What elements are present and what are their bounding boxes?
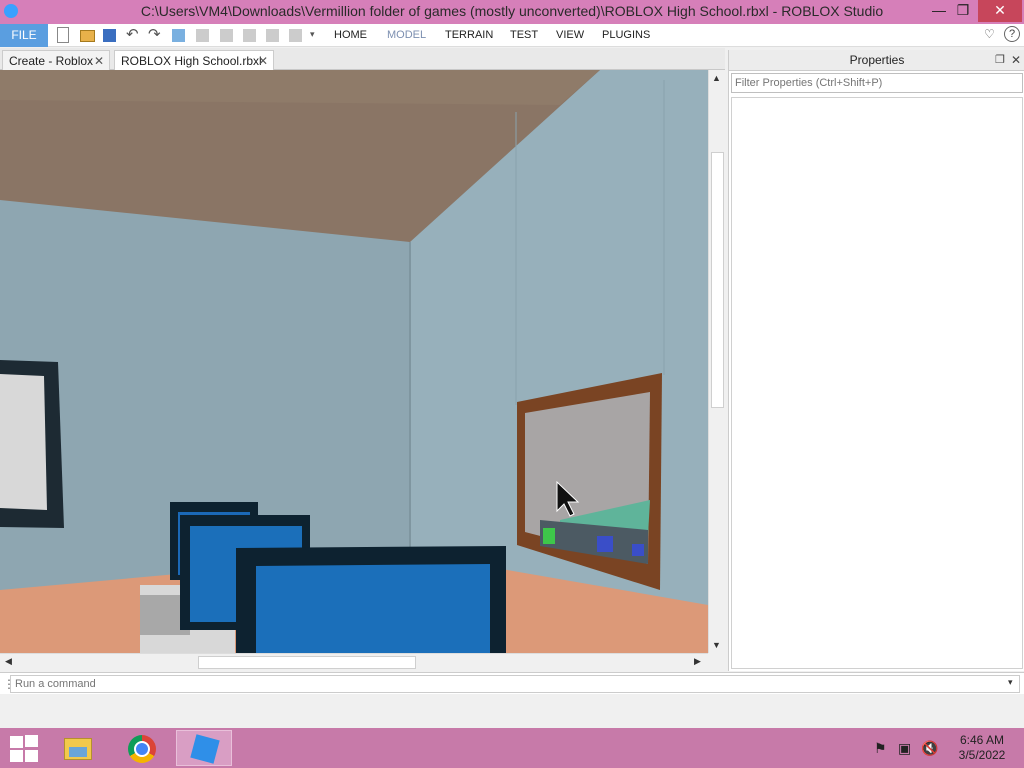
collapse-ribbon-icon[interactable]: ♡ [984, 27, 995, 41]
chrome-icon[interactable] [113, 730, 169, 766]
scroll-down-arrow-icon[interactable]: ▼ [712, 640, 721, 650]
close-panel-icon[interactable]: ✕ [1011, 50, 1021, 71]
properties-list[interactable] [731, 97, 1023, 669]
paste-icon[interactable] [266, 29, 279, 42]
new-document-icon[interactable] [57, 27, 69, 43]
scroll-right-arrow-icon[interactable]: ▶ [694, 656, 701, 667]
3d-viewport[interactable] [0, 70, 708, 653]
command-bar: ⋮ ▾ [0, 672, 1024, 694]
filter-properties-input[interactable] [731, 73, 1023, 93]
close-button[interactable]: ✕ [978, 0, 1022, 22]
tab-plugins[interactable]: PLUGINS [602, 24, 650, 47]
properties-panel: Properties ❐ ✕ [728, 50, 1024, 671]
scene-render [0, 70, 708, 653]
clock-date: 3/5/2022 [958, 748, 1006, 762]
windows-taskbar: ⚑ ▣ 🔇 6:46 AM 3/5/2022 [0, 728, 1024, 768]
open-folder-icon[interactable] [80, 30, 95, 42]
file-explorer-icon[interactable] [50, 730, 106, 766]
scroll-corner [708, 653, 725, 670]
scroll-left-arrow-icon[interactable]: ◀ [5, 656, 12, 667]
publish-icon[interactable] [172, 29, 185, 42]
tab-view[interactable]: VIEW [556, 24, 584, 47]
tab-test[interactable]: TEST [510, 24, 538, 47]
ribbon-menu-bar: FILE ↶ ↷ ▾ HOME MODEL TERRAIN TEST VIEW … [0, 24, 1024, 47]
clock-time: 6:46 AM [959, 733, 1005, 747]
copy-icon[interactable] [243, 29, 256, 42]
network-icon[interactable]: ▣ [898, 740, 911, 757]
close-tab-icon[interactable]: ✕ [258, 51, 268, 71]
window-title: C:\Users\VM4\Downloads\Vermillion folder… [140, 3, 884, 19]
action-center-flag-icon[interactable]: ⚑ [874, 740, 887, 757]
tab-terrain[interactable]: TERRAIN [445, 24, 493, 47]
command-input[interactable] [10, 675, 1020, 693]
minimize-button[interactable]: — [926, 0, 952, 22]
tab-create-roblox[interactable]: Create - Roblox ✕ [2, 50, 110, 70]
cut-icon[interactable] [220, 29, 233, 42]
save-icon[interactable] [103, 29, 116, 42]
tab-home[interactable]: HOME [334, 24, 367, 47]
restore-button[interactable]: ❐ [950, 0, 976, 22]
undo-icon[interactable]: ↶ [126, 27, 142, 43]
redo-icon[interactable]: ↷ [148, 27, 164, 43]
tab-roblox-high-school[interactable]: ROBLOX High School.rbxl ✕ [114, 50, 274, 70]
volume-muted-icon[interactable]: 🔇 [921, 740, 938, 757]
close-tab-icon[interactable]: ✕ [94, 51, 104, 71]
scroll-up-arrow-icon[interactable]: ▲ [712, 73, 721, 83]
tab-label: Create - Roblox [9, 54, 94, 68]
document-tab-strip: Create - Roblox ✕ ROBLOX High School.rbx… [0, 48, 725, 70]
viewport-vertical-scrollbar[interactable]: ▲ ▼ [708, 70, 725, 653]
title-bar: C:\Users\VM4\Downloads\Vermillion folder… [0, 0, 1024, 24]
panel-title: Properties [849, 53, 905, 67]
file-menu-button[interactable]: FILE [0, 24, 48, 47]
viewport-horizontal-scrollbar[interactable]: ◀ ▶ [0, 653, 708, 670]
stop-icon[interactable] [196, 29, 209, 42]
windows-start-icon[interactable] [8, 734, 40, 762]
roblox-studio-icon[interactable] [176, 730, 232, 766]
customize-quick-access-icon[interactable]: ▾ [310, 29, 326, 45]
float-panel-icon[interactable]: ❐ [995, 50, 1005, 71]
scroll-thumb[interactable] [198, 656, 416, 669]
help-icon[interactable]: ? [1004, 26, 1020, 42]
tab-model[interactable]: MODEL [387, 24, 426, 47]
scroll-thumb[interactable] [711, 152, 724, 408]
properties-header: Properties ❐ ✕ [729, 50, 1024, 71]
status-area [0, 694, 1024, 728]
duplicate-icon[interactable] [289, 29, 302, 42]
command-history-dropdown-icon[interactable]: ▾ [1008, 677, 1013, 688]
tab-label: ROBLOX High School.rbxl [121, 54, 262, 68]
system-clock[interactable]: 6:46 AM 3/5/2022 [952, 733, 1012, 763]
